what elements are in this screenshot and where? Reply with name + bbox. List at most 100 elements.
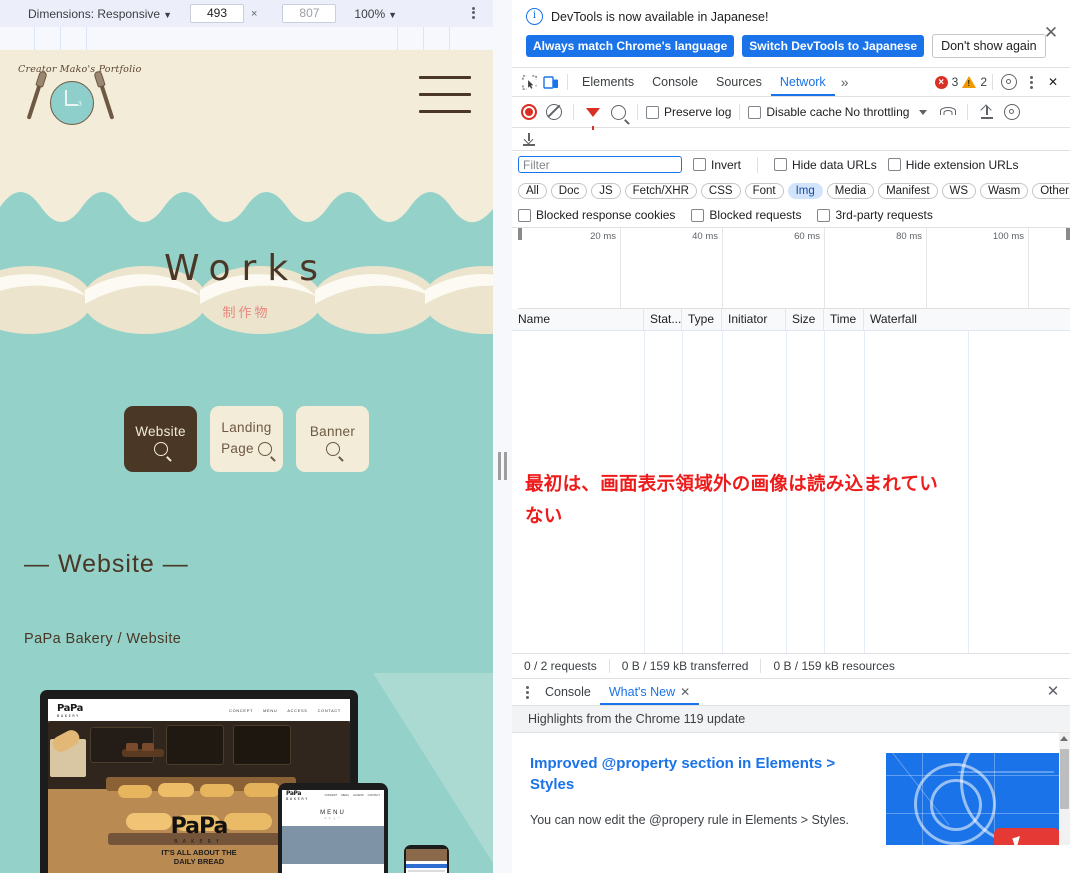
blocked-response-cookies-checkbox[interactable]: Blocked response cookies: [518, 208, 675, 222]
inspect-element-icon[interactable]: [518, 71, 540, 93]
column-header-time[interactable]: Time: [824, 309, 864, 330]
column-header-status[interactable]: Stat...: [644, 309, 682, 330]
network-filter-row: Filter Invert Hide data URLs Hide extens…: [512, 151, 1070, 178]
chip-wasm[interactable]: Wasm: [980, 182, 1029, 199]
hide-data-urls-checkbox[interactable]: Hide data URLs: [774, 158, 877, 172]
network-overview-timeline[interactable]: 20 ms 40 ms 60 ms 80 ms 100 ms: [518, 228, 1070, 309]
pane-splitter[interactable]: [493, 0, 513, 873]
chip-media[interactable]: Media: [826, 182, 875, 199]
dimensions-dropdown[interactable]: Dimensions: Responsive ▼: [28, 7, 172, 21]
devtools-more-icon[interactable]: [1020, 71, 1042, 93]
close-devtools-icon[interactable]: ✕: [1042, 71, 1064, 93]
record-button[interactable]: [518, 101, 540, 123]
drawer-tab-whats-new[interactable]: What's New ✕: [600, 680, 699, 705]
chip-doc[interactable]: Doc: [550, 182, 588, 199]
always-match-language-button[interactable]: Always match Chrome's language: [526, 35, 735, 57]
chevron-down-icon[interactable]: [912, 101, 934, 123]
invert-checkbox[interactable]: Invert: [693, 158, 741, 172]
splitter-grip-icon[interactable]: [498, 452, 507, 480]
clear-network-log-icon[interactable]: [543, 101, 565, 123]
width-input[interactable]: 493: [189, 4, 244, 23]
work-mockup-image[interactable]: PaPaBAKERY CONCEPT MENU ACCESS CONTACT: [0, 673, 493, 873]
whats-new-thumbnail[interactable]: [886, 753, 1064, 845]
toggle-device-toolbar-icon[interactable]: [540, 71, 562, 93]
tab-network[interactable]: Network: [771, 69, 835, 96]
third-party-requests-checkbox[interactable]: 3rd-party requests: [817, 208, 933, 222]
preserve-log-checkbox[interactable]: Preserve log: [646, 105, 731, 119]
whats-new-article-text: You can now edit the @propery rule in El…: [530, 813, 850, 827]
chip-other[interactable]: Other: [1032, 182, 1070, 199]
warning-count[interactable]: 2: [980, 75, 987, 89]
blocked-requests-checkbox[interactable]: Blocked requests: [691, 208, 801, 222]
device-toolbar-more-icon[interactable]: [465, 5, 481, 22]
scroll-up-icon[interactable]: [1060, 736, 1068, 741]
column-header-name[interactable]: Name: [512, 309, 644, 330]
network-request-list[interactable]: 最初は、画面表示領域外の画像は読み込まれていない: [512, 331, 1070, 653]
throttling-select[interactable]: No throttling: [845, 105, 910, 119]
chip-all[interactable]: All: [518, 182, 547, 199]
mockup-brand: PaPa BAKERY: [57, 702, 84, 718]
settings-gear-icon[interactable]: [998, 71, 1020, 93]
drawer-tab-console[interactable]: Console: [536, 680, 600, 705]
overview-left-handle[interactable]: [518, 228, 522, 240]
chip-font[interactable]: Font: [744, 182, 784, 199]
chip-js[interactable]: JS: [591, 182, 621, 199]
chip-ws[interactable]: WS: [941, 182, 977, 199]
search-icon: [153, 442, 168, 457]
network-toolbar: Preserve log Disable cache No throttling: [512, 97, 1070, 130]
close-drawer-icon[interactable]: ✕: [1044, 683, 1062, 701]
mockup-tagline-2: DAILY BREAD: [173, 857, 225, 867]
category-banner-button[interactable]: Banner: [296, 406, 369, 472]
overview-right-handle[interactable]: [1066, 228, 1070, 240]
chip-manifest[interactable]: Manifest: [878, 182, 938, 199]
checkbox-icon: [748, 105, 762, 119]
disable-cache-checkbox[interactable]: Disable cache: [748, 105, 842, 119]
chip-css[interactable]: CSS: [700, 182, 741, 199]
filter-input[interactable]: Filter: [518, 156, 682, 173]
column-header-type[interactable]: Type: [682, 309, 722, 330]
site-logo[interactable]: Creator Mako's Portfolio 3: [8, 64, 141, 144]
close-icon[interactable]: ✕: [680, 685, 690, 699]
height-input[interactable]: 807: [282, 4, 337, 23]
whats-new-content: Improved @property section in Elements >…: [512, 733, 1070, 845]
export-har-icon[interactable]: [518, 128, 540, 150]
filter-toggle-icon[interactable]: [582, 101, 604, 130]
network-settings-gear-icon[interactable]: [1001, 101, 1023, 123]
network-conditions-icon[interactable]: [937, 101, 959, 123]
hide-extension-urls-checkbox[interactable]: Hide extension URLs: [887, 157, 1019, 172]
whats-new-scrollbar[interactable]: [1059, 733, 1070, 845]
tab-console[interactable]: Console: [643, 69, 707, 96]
mockup-triangle-decoration: [373, 673, 493, 863]
zoom-dropdown[interactable]: 100% ▼: [354, 7, 397, 21]
hamburger-menu-icon[interactable]: [419, 76, 471, 127]
error-icon: ×: [934, 75, 948, 89]
switch-to-japanese-button[interactable]: Switch DevTools to Japanese: [742, 35, 925, 57]
chip-img[interactable]: Img: [787, 182, 823, 199]
category-landing-page-button[interactable]: Landing Page: [210, 406, 283, 472]
search-icon: [257, 442, 272, 457]
scrollbar-thumb[interactable]: [1060, 749, 1069, 809]
invert-label: Invert: [711, 157, 742, 172]
search-icon[interactable]: [607, 101, 629, 123]
hide-extension-urls-label: Hide extension URLs: [905, 157, 1019, 172]
drawer-more-icon[interactable]: [518, 683, 536, 701]
tab-sources[interactable]: Sources: [707, 69, 771, 96]
tablet-photo: [282, 826, 384, 864]
column-header-size[interactable]: Size: [786, 309, 824, 330]
summary-transferred: 0 B / 159 kB transferred: [610, 659, 762, 673]
whats-new-article-title[interactable]: Improved @property section in Elements >…: [530, 753, 860, 795]
column-header-waterfall[interactable]: Waterfall: [864, 309, 1070, 330]
more-tabs-icon[interactable]: »: [835, 74, 855, 90]
mockup-nav: CONCEPT MENU ACCESS CONTACT: [229, 708, 341, 713]
import-har-icon[interactable]: [976, 101, 998, 123]
dont-show-again-button[interactable]: Don't show again: [932, 34, 1046, 58]
chip-fetch-xhr[interactable]: Fetch/XHR: [624, 182, 697, 199]
language-banner: i DevTools is now available in Japanese!…: [512, 0, 1070, 68]
error-count[interactable]: 3: [952, 75, 959, 89]
close-icon[interactable]: ✕: [1040, 22, 1062, 44]
emulated-page[interactable]: Creator Mako's Portfolio 3 Works 制作物 Web…: [0, 50, 493, 873]
category-website-button[interactable]: Website: [124, 406, 197, 472]
category-filter-row: Website Landing Page Banner: [0, 378, 493, 472]
column-header-initiator[interactable]: Initiator: [722, 309, 786, 330]
tab-elements[interactable]: Elements: [573, 69, 643, 96]
